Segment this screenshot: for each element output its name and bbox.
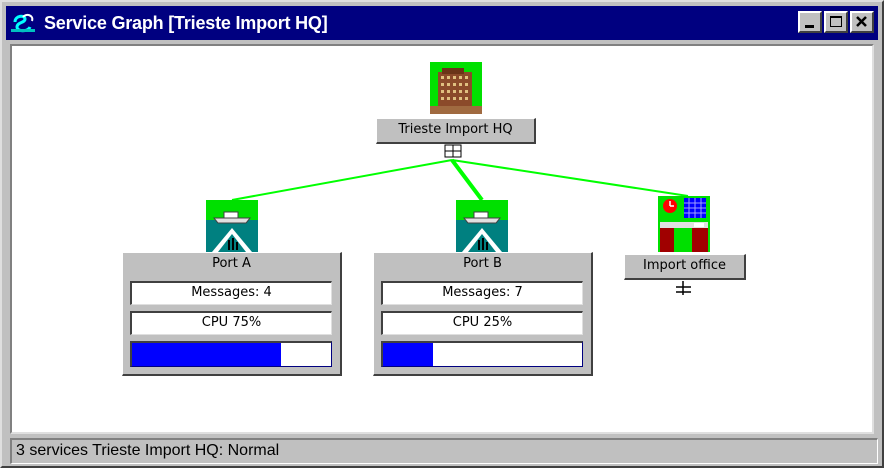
title-bar[interactable]: Service Graph [Trieste Import HQ] [6, 6, 878, 40]
port-a-cpu-bar-fill [132, 343, 282, 366]
hq-connector-icon [444, 144, 462, 158]
port-a-messages: Messages: 4 [130, 281, 332, 305]
edge-hq-port-a [231, 159, 453, 201]
maximize-button[interactable] [824, 11, 848, 33]
import-office-label[interactable]: Import office [624, 254, 746, 280]
window-title: Service Graph [Trieste Import HQ] [44, 12, 328, 33]
minimize-button[interactable] [798, 11, 822, 33]
edge-hq-import-office [451, 159, 689, 197]
status-bar: 3 services Trieste Import HQ: Normal [10, 438, 878, 464]
port-a-label: Port A [212, 256, 251, 271]
close-icon [856, 16, 867, 27]
office-desk-icon[interactable] [658, 196, 710, 257]
close-button[interactable] [850, 11, 874, 33]
port-b-cpu-bar [381, 341, 583, 367]
service-graph-window: Service Graph [Trieste Import HQ] Triest… [0, 0, 884, 468]
port-b-messages: Messages: 7 [381, 281, 583, 305]
port-a-cpu: CPU 75% [130, 311, 332, 335]
hq-label[interactable]: Trieste Import HQ [376, 118, 536, 144]
port-b-cpu-bar-fill [383, 343, 433, 366]
port-b-cpu: CPU 25% [381, 311, 583, 335]
minimize-icon [805, 25, 814, 28]
office-building-icon[interactable] [430, 62, 482, 119]
edge-hq-port-b [450, 158, 484, 202]
port-ship-icon[interactable] [206, 200, 258, 257]
import-office-connector-icon [676, 281, 691, 295]
port-b-panel[interactable]: Port B Messages: 7 CPU 25% [373, 252, 593, 376]
port-ship-icon[interactable] [456, 200, 508, 257]
port-a-cpu-bar [130, 341, 332, 367]
service-graph-app-icon[interactable] [8, 10, 38, 36]
port-b-label: Port B [463, 256, 502, 271]
port-a-panel[interactable]: Port A Messages: 4 CPU 75% [122, 252, 342, 376]
graph-canvas[interactable]: Trieste Import HQ Port A Messages: 4 CPU… [10, 44, 874, 434]
maximize-icon [830, 16, 842, 18]
